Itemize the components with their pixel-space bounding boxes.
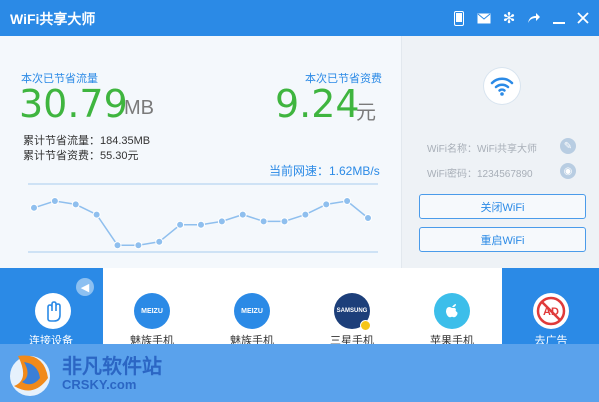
close-icon[interactable] (574, 9, 592, 27)
hand-icon (35, 293, 71, 329)
connected-devices-button[interactable]: 连接设备 ◀ (0, 268, 103, 347)
footer: 非凡软件站 CRSKY.com (0, 344, 599, 402)
cost-saved-value: 9.24 (275, 82, 360, 126)
title-bar: WiFi共享大师 ✻ (0, 0, 599, 36)
wifi-panel: WiFi名称：WiFi共享大师 ✎ WiFi密码：1234567890 ◉ 关闭… (401, 36, 599, 268)
restart-wifi-button[interactable]: 重启WiFi (419, 227, 586, 252)
devices-bar: 连接设备 ◀ MEIZU 魅族手机 MEIZU 魅族手机 SAMSUNG 三星手… (0, 268, 599, 347)
app-title: WiFi共享大师 (10, 11, 96, 27)
total-cost-text: 累计节省资费：55.30元 (23, 150, 139, 162)
speed-point (92, 210, 101, 219)
speed-point (176, 220, 185, 229)
edit-name-icon[interactable]: ✎ (560, 138, 576, 154)
close-wifi-button[interactable]: 关闭WiFi (419, 194, 586, 219)
apple-icon (434, 293, 470, 329)
wifi-name-text: WiFi名称：WiFi共享大师 (427, 144, 537, 155)
gear-icon[interactable]: ✻ (500, 9, 518, 27)
speed-point (197, 220, 205, 229)
speed-point (364, 214, 372, 222)
chevron-left-icon[interactable]: ◀ (76, 278, 94, 296)
share-icon[interactable] (525, 9, 543, 27)
speed-point (71, 200, 80, 209)
speed-point (280, 217, 289, 226)
speed-point (322, 200, 331, 209)
speed-point (259, 217, 268, 226)
current-speed-text: 当前网速：1.62MB/s (269, 164, 380, 178)
wifi-icon (484, 68, 520, 104)
mail-icon[interactable] (475, 9, 493, 27)
phone-icon[interactable] (450, 9, 468, 27)
speed-point (217, 217, 226, 226)
speed-point (30, 203, 38, 212)
stats-panel: 本次已节省流量 30.79 MB 本次已节省资费 9.24 元 累计节省流量：1… (0, 36, 401, 268)
speed-series-line (33, 200, 369, 246)
meizu-icon: MEIZU (134, 293, 170, 329)
meizu-icon: MEIZU (234, 293, 270, 329)
watermark-text: 非凡软件站 (62, 354, 162, 378)
remove-ads-button[interactable]: AD 去广告 (502, 268, 599, 347)
traffic-saved-unit: MB (124, 97, 154, 119)
watermark-url: CRSKY.com (62, 377, 137, 392)
cost-saved-unit: 元 (356, 102, 376, 124)
eye-icon[interactable]: ◉ (560, 163, 576, 179)
star-badge-icon (360, 320, 371, 331)
speed-point (113, 241, 122, 250)
wifi-password-text: WiFi密码：1234567890 (427, 169, 533, 180)
speed-point (301, 210, 310, 219)
speed-point (238, 210, 247, 219)
total-traffic-text: 累计节省流量：184.35MB (23, 135, 151, 147)
watermark: 非凡软件站 CRSKY.com (4, 344, 174, 402)
crsky-logo-icon (10, 355, 50, 396)
speed-point (50, 197, 59, 205)
speed-point (343, 197, 352, 205)
traffic-saved-value: 30.79 (19, 82, 128, 126)
speed-point (134, 241, 143, 250)
no-ad-icon: AD (533, 293, 569, 329)
speed-point (155, 237, 164, 246)
minimize-icon[interactable] (550, 9, 568, 27)
